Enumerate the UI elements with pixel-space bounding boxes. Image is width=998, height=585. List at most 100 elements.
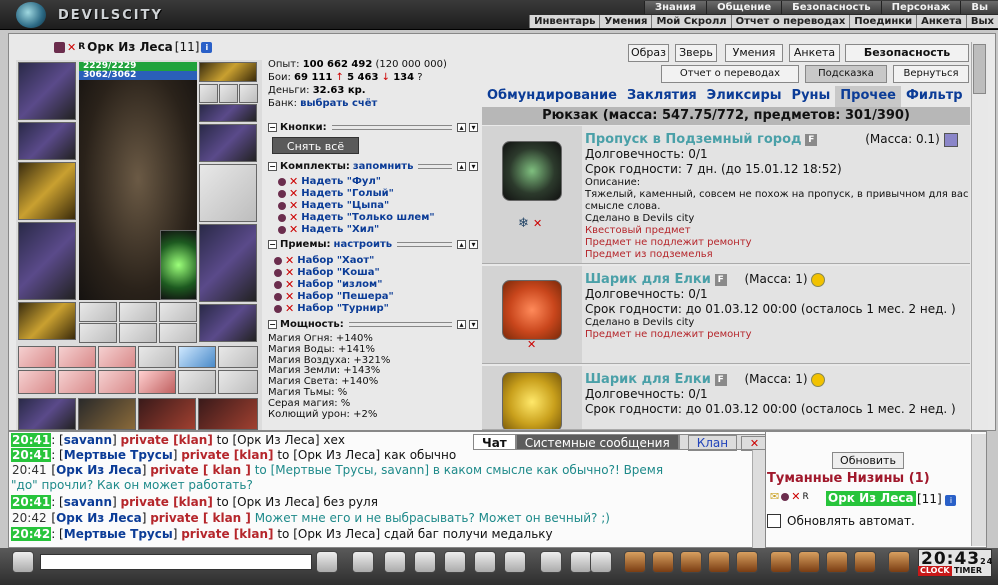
shield-slot[interactable] [199,164,257,222]
tab-chat[interactable]: Чат [473,434,516,450]
item-pass-image[interactable] [502,141,562,201]
subnav-duels[interactable]: Поединки [849,15,916,28]
save-icon[interactable] [414,551,436,573]
speaker-icon[interactable] [12,551,34,573]
move-set-item[interactable]: ✕ Набор "Хаот" [274,254,374,267]
rune-slot-1[interactable] [79,302,117,322]
ring-slot-1[interactable] [199,84,218,103]
set-link[interactable]: Надеть "Голый" [301,188,394,199]
tab-spells[interactable]: Заклятия [622,86,702,107]
flag-icon[interactable] [854,551,876,573]
collapse-icon[interactable]: − [268,320,277,329]
security-button[interactable]: Безопасность [845,44,969,62]
settings-icon[interactable] [826,551,848,573]
clock-label[interactable]: CLOCK [918,566,952,576]
tab-filter[interactable]: Фильтр [901,86,968,107]
forum-icon[interactable]: F [805,133,818,146]
up-icon[interactable]: ▴ [457,240,466,249]
move-set-item[interactable]: ✕ Набор "излом" [274,278,382,291]
pet-slot-1[interactable] [18,398,76,430]
bracers-slot[interactable] [18,122,76,160]
up-icon[interactable]: ▴ [457,320,466,329]
refresh-button[interactable]: Обновить [832,452,904,469]
scroll-icon[interactable] [590,551,612,573]
collapse-icon[interactable]: − [268,123,277,132]
exit-icon[interactable] [888,551,910,573]
msg-nick[interactable]: savann [64,495,112,509]
elixir-slot-6[interactable] [218,346,258,368]
amulet-slot[interactable] [199,104,257,122]
bank-link[interactable]: выбрать счёт [300,98,377,109]
pet-slot-3[interactable] [138,398,196,430]
tab-runes[interactable]: Руны [787,86,836,107]
boots-slot[interactable] [199,304,257,342]
move-set-link[interactable]: Набор "Турнир" [297,303,389,314]
forum-icon[interactable]: F [714,273,727,286]
eraser-icon[interactable] [352,551,374,573]
filter-icon[interactable] [384,551,406,573]
set-link[interactable]: Надеть "Фул" [301,176,381,187]
up-icon[interactable]: ▴ [457,123,466,132]
fighter-icon[interactable] [444,551,466,573]
image-button[interactable]: Образ [628,44,669,62]
move-set-link[interactable]: Набор "Пешера" [297,291,394,302]
online-scrollbar[interactable] [971,434,986,546]
configure-link[interactable]: настроить [334,239,393,250]
skills-button[interactable]: Умения [725,44,783,62]
ring-slot-2[interactable] [219,84,238,103]
online-user-name[interactable]: Орк Из Леса [826,491,916,506]
tab-system-messages[interactable]: Системные сообщения [515,434,679,450]
hint-button[interactable]: Подсказка [805,65,887,83]
rune-slot-6[interactable] [159,323,197,343]
set-link[interactable]: Надеть "Цыпа" [301,200,389,211]
tab-clan[interactable]: Клан ✕ [678,434,778,451]
down-icon[interactable]: ▾ [469,320,478,329]
elixir-slot-5[interactable] [178,346,216,368]
item-name[interactable]: Шарик для Елки [585,372,711,387]
set-link[interactable]: Надеть "Хил" [301,224,379,235]
msg-time[interactable]: 20:42 [11,511,48,525]
scroll-slot-2[interactable] [58,370,96,394]
private-icon[interactable] [474,551,496,573]
down-icon[interactable]: ▾ [469,240,478,249]
ring-slot-3[interactable] [239,84,258,103]
delete-icon[interactable]: ✕ [533,217,542,230]
tab-elixirs[interactable]: Эликсиры [702,86,787,107]
delete-icon[interactable]: ✕ [285,302,294,315]
item-ornament-image[interactable] [502,372,562,429]
msg-nick[interactable]: Орк Из Леса [56,511,142,525]
rune-slot-4[interactable] [79,323,117,343]
msg-time[interactable]: 20:41 [11,448,52,462]
belt-slot[interactable] [18,302,76,340]
auto-refresh[interactable]: Обновлять автомат. [767,514,915,528]
pet-slot-4[interactable] [198,398,258,430]
msg-nick[interactable]: savann [64,433,112,447]
scroll-slot-4[interactable] [138,370,176,394]
transfers-report-button[interactable]: Отчет о переводах [661,65,799,83]
tools-icon[interactable] [680,551,702,573]
msg-time[interactable]: 20:42 [11,527,52,541]
snowflake-icon[interactable]: ❄ [518,216,529,231]
auto-refresh-checkbox[interactable] [767,514,781,528]
quest-icon[interactable] [736,551,758,573]
camera-icon[interactable] [798,551,820,573]
delete-icon[interactable]: ✕ [289,223,298,236]
subnav-exit[interactable]: Вых [965,15,998,28]
msg-time[interactable]: 20:41 [11,463,48,477]
tab-other[interactable]: Прочее [835,86,901,107]
nav-knowledge[interactable]: Знания [643,1,707,14]
subnav-skills[interactable]: Умения [599,15,651,28]
delete-icon[interactable]: ✕ [527,338,536,351]
move-set-link[interactable]: Набор "излом" [297,279,382,290]
set-item[interactable]: ✕ Надеть "Голый" [278,187,394,200]
speed-icon[interactable] [504,551,526,573]
item-ornament-image[interactable] [502,280,562,340]
inventory-scrollbar[interactable] [971,42,988,430]
chat-input[interactable] [40,554,312,570]
item-name[interactable]: Шарик для Елки [585,272,711,287]
earring-slot[interactable] [199,62,257,82]
down-icon[interactable]: ▾ [469,162,478,171]
weapon-slot[interactable] [18,162,76,220]
info-icon[interactable]: i [201,41,213,53]
msg-time[interactable]: 20:41 [11,495,52,509]
